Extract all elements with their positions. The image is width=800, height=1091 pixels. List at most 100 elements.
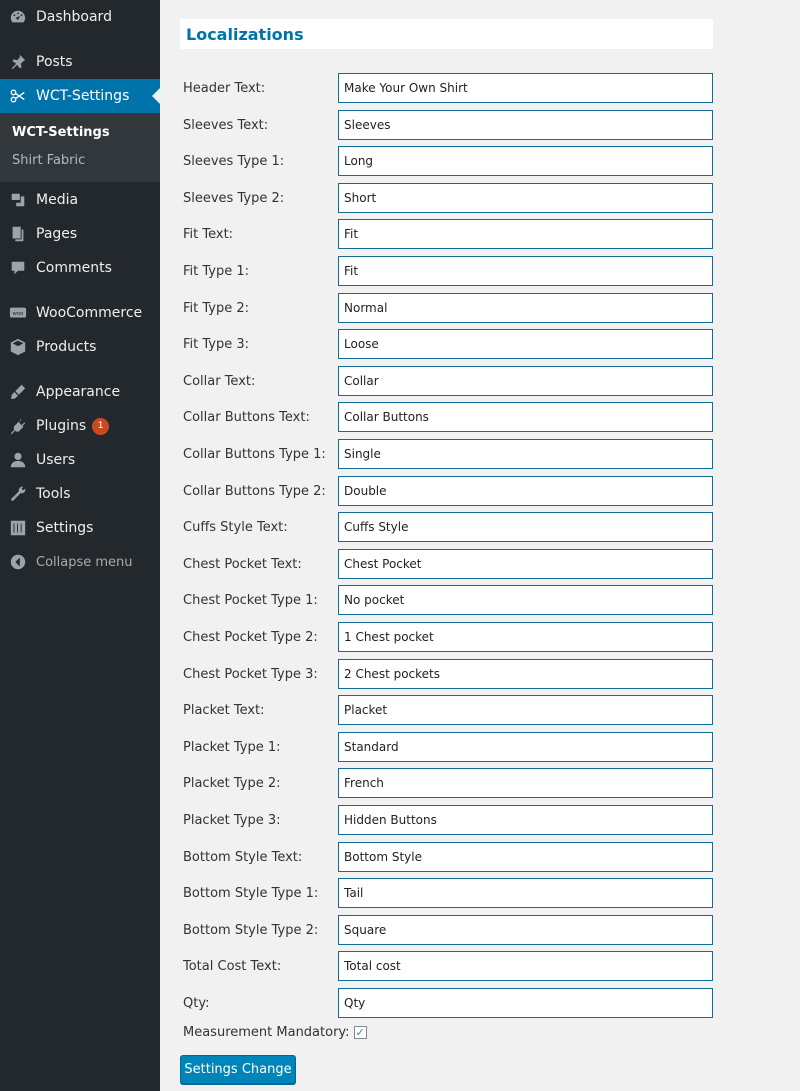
collapse-label: Collapse menu: [36, 554, 133, 570]
field-input[interactable]: [338, 512, 713, 542]
form-row: Chest Pocket Type 1:: [183, 585, 713, 615]
menu-plugins[interactable]: Plugins 1: [0, 409, 160, 443]
field-input[interactable]: [338, 146, 713, 176]
field-label: Collar Buttons Type 1:: [183, 447, 326, 462]
field-label: Placket Type 3:: [183, 813, 281, 828]
menu-label: Pages: [36, 226, 78, 242]
field-input[interactable]: [338, 110, 713, 140]
menu-tools[interactable]: Tools: [0, 477, 160, 511]
field-input[interactable]: [338, 768, 713, 798]
mandatory-label: Measurement Mandatory:: [183, 1025, 350, 1040]
form-row: Bottom Style Text:: [183, 842, 713, 872]
field-input[interactable]: [338, 293, 713, 323]
menu-label: WCT-Settings: [36, 88, 130, 104]
field-input[interactable]: [338, 659, 713, 689]
settings-change-button[interactable]: Settings Change: [180, 1055, 296, 1084]
field-label: Fit Type 1:: [183, 264, 250, 279]
menu-dashboard[interactable]: Dashboard: [0, 0, 160, 34]
menu-comments[interactable]: Comments: [0, 251, 160, 285]
form-row: Chest Pocket Type 3:: [183, 659, 713, 689]
menu-label: Appearance: [36, 384, 121, 400]
field-label: Collar Buttons Type 2:: [183, 484, 326, 499]
submenu-shirt-fabric[interactable]: Shirt Fabric: [12, 153, 85, 168]
menu-products[interactable]: Products: [0, 330, 160, 364]
menu-label: Plugins: [36, 418, 87, 434]
submenu-wct-settings[interactable]: WCT-Settings: [12, 125, 110, 140]
woocommerce-icon: woo: [8, 303, 28, 323]
dashboard-icon: [8, 7, 28, 27]
field-input[interactable]: [338, 366, 713, 396]
field-label: Cuffs Style Text:: [183, 520, 288, 535]
field-input[interactable]: [338, 951, 713, 981]
menu-label: Dashboard: [36, 9, 112, 25]
field-label: Bottom Style Text:: [183, 850, 303, 865]
field-input[interactable]: [338, 549, 713, 579]
pin-icon: [8, 52, 28, 72]
title-box: Localizations: [180, 19, 713, 49]
field-label: Chest Pocket Type 3:: [183, 667, 318, 682]
field-input[interactable]: [338, 219, 713, 249]
field-label: Collar Text:: [183, 374, 256, 389]
form-row: Qty:: [183, 988, 713, 1018]
form-row: Placket Type 1:: [183, 732, 713, 762]
field-input[interactable]: [338, 842, 713, 872]
field-label: Sleeves Type 2:: [183, 191, 285, 206]
menu-label: WooCommerce: [36, 305, 143, 321]
measurement-mandatory-checkbox[interactable]: ✓: [353, 1026, 367, 1039]
form-row: Fit Type 1:: [183, 256, 713, 286]
field-input[interactable]: [338, 878, 713, 908]
field-input[interactable]: [338, 732, 713, 762]
form-row: Fit Type 3:: [183, 329, 713, 359]
field-input[interactable]: [338, 183, 713, 213]
field-label: Bottom Style Type 2:: [183, 923, 319, 938]
collapse-menu-button[interactable]: Collapse menu: [0, 545, 160, 579]
wrench-icon: [8, 484, 28, 504]
field-label: Fit Type 3:: [183, 337, 250, 352]
field-label: Chest Pocket Type 1:: [183, 593, 318, 608]
field-label: Total Cost Text:: [183, 959, 282, 974]
form-row: Header Text:: [183, 73, 713, 103]
field-input[interactable]: [338, 329, 713, 359]
form-row: Chest Pocket Text:: [183, 549, 713, 579]
field-input[interactable]: [338, 695, 713, 725]
field-input[interactable]: [338, 585, 713, 615]
pages-icon: [8, 224, 28, 244]
mandatory-row: Measurement Mandatory: ✓: [183, 1025, 367, 1040]
menu-posts[interactable]: Posts: [0, 45, 160, 79]
field-label: Placket Type 1:: [183, 740, 281, 755]
menu-media[interactable]: Media: [0, 183, 160, 217]
menu-label: Settings: [36, 520, 94, 536]
update-count-badge: 1: [92, 417, 110, 435]
field-input[interactable]: [338, 915, 713, 945]
form-row: Collar Text:: [183, 366, 713, 396]
field-input[interactable]: [338, 402, 713, 432]
menu-appearance[interactable]: Appearance: [0, 375, 160, 409]
field-label: Sleeves Type 1:: [183, 154, 285, 169]
form-row: Collar Buttons Text:: [183, 402, 713, 432]
menu-label: Comments: [36, 260, 112, 276]
field-input[interactable]: [338, 256, 713, 286]
menu-pages[interactable]: Pages: [0, 217, 160, 251]
menu-wct-settings[interactable]: WCT-Settings: [0, 79, 160, 113]
form-row: Fit Type 2:: [183, 293, 713, 323]
field-input[interactable]: [338, 805, 713, 835]
form-row: Placket Text:: [183, 695, 713, 725]
field-input[interactable]: [338, 439, 713, 469]
sliders-icon: [8, 518, 28, 538]
field-input[interactable]: [338, 988, 713, 1018]
box-icon: [8, 337, 28, 357]
menu-users[interactable]: Users: [0, 443, 160, 477]
form-row: Bottom Style Type 2:: [183, 915, 713, 945]
form-row: Collar Buttons Type 1:: [183, 439, 713, 469]
menu-woocommerce[interactable]: woo WooCommerce: [0, 296, 160, 330]
field-label: Header Text:: [183, 81, 266, 96]
field-label: Sleeves Text:: [183, 118, 269, 133]
menu-settings[interactable]: Settings: [0, 511, 160, 545]
field-input[interactable]: [338, 476, 713, 506]
menu-label: Tools: [36, 486, 71, 502]
form-row: Collar Buttons Type 2:: [183, 476, 713, 506]
field-label: Bottom Style Type 1:: [183, 886, 319, 901]
svg-text:woo: woo: [13, 311, 24, 317]
field-input[interactable]: [338, 622, 713, 652]
field-input[interactable]: [338, 73, 713, 103]
